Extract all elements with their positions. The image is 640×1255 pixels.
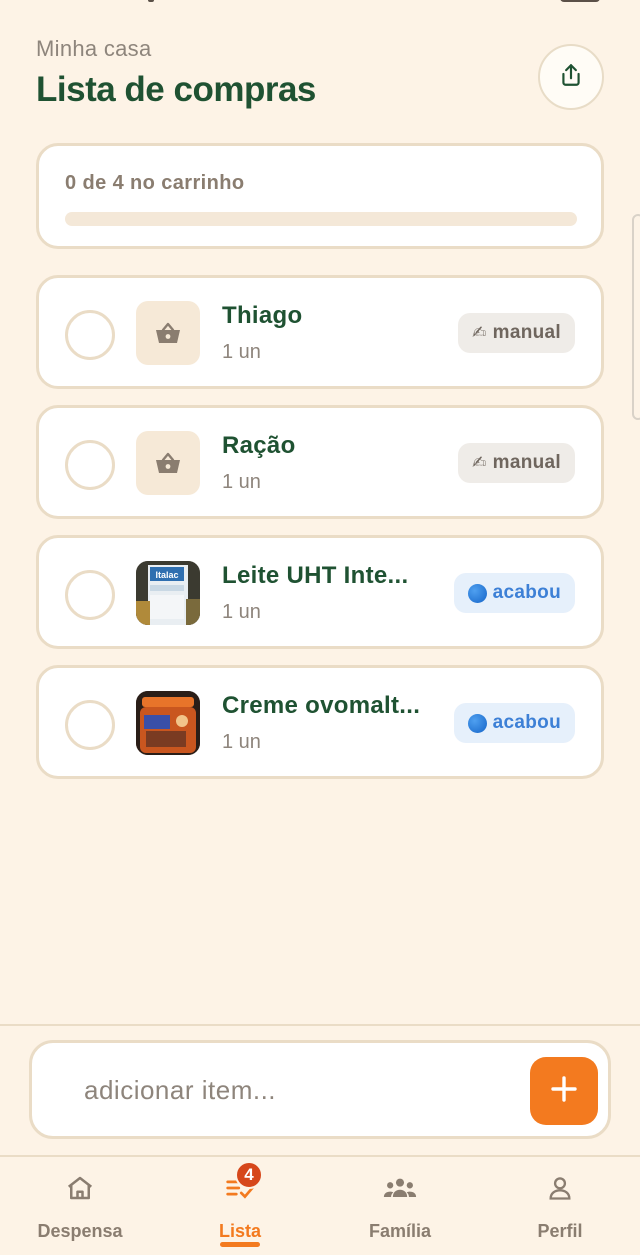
active-tab-indicator [220, 1242, 260, 1247]
product-photo: Italac [136, 561, 200, 625]
item-checkbox[interactable] [65, 440, 115, 490]
item-name: Ração [222, 432, 296, 459]
item-quantity: 1 un [222, 341, 261, 363]
source-badge-acabou: acabou [453, 703, 575, 743]
plus-icon [550, 1075, 578, 1108]
item-checkbox[interactable] [65, 310, 115, 360]
add-item-bar [29, 1040, 611, 1139]
item-checkbox[interactable] [65, 570, 115, 620]
basket-icon [136, 301, 200, 365]
nav-label: Perfil [537, 1221, 583, 1241]
list-item[interactable]: Thiago 1 un ✍ manual [36, 275, 604, 389]
divider [0, 1024, 640, 1026]
cart-progress-card: 0 de 4 no carrinho [36, 143, 604, 249]
share-button[interactable] [538, 44, 604, 110]
list-check-icon: 4 [223, 1161, 263, 1205]
source-badge-manual: ✍ manual [458, 313, 575, 353]
page-header: Minha casa Lista de compras [36, 36, 316, 110]
item-name: Leite UHT Inte... [222, 562, 409, 589]
nav-item-perfil[interactable]: Perfil [480, 1157, 640, 1255]
nav-label: Lista [218, 1221, 261, 1241]
source-badge-acabou: acabou [453, 573, 575, 613]
list-item[interactable]: Creme ovomalt... 1 un acabou [36, 665, 604, 779]
writing-hand-icon: ✍ [472, 323, 487, 342]
nav-item-familia[interactable]: Família [320, 1157, 480, 1255]
share-icon [558, 62, 584, 93]
add-item-button[interactable] [530, 1057, 598, 1125]
user-icon [543, 1171, 577, 1205]
family-icon [383, 1171, 417, 1205]
list-item[interactable]: Italac Leite UHT Inte... 1 un acabou [36, 535, 604, 649]
badge-label: acabou [492, 582, 561, 603]
nav-label: Despensa [37, 1221, 123, 1241]
status-bar-fragment [148, 0, 154, 2]
badge-label: manual [492, 452, 561, 473]
writing-hand-icon: ✍ [472, 453, 487, 472]
badge-label: acabou [492, 712, 561, 733]
page-title: Lista de compras [36, 70, 316, 109]
svg-text:Italac: Italac [155, 570, 178, 580]
list-count-badge: 4 [235, 1161, 263, 1189]
cart-progress-bar [65, 212, 577, 226]
list-item[interactable]: Ração 1 un ✍ manual [36, 405, 604, 519]
item-checkbox[interactable] [65, 700, 115, 750]
nav-label: Família [368, 1221, 432, 1241]
item-name: Thiago [222, 302, 303, 329]
cart-progress-text: 0 de 4 no carrinho [65, 172, 245, 194]
basket-icon [136, 431, 200, 495]
scroll-handle[interactable] [632, 214, 640, 420]
household-name: Minha casa [36, 36, 152, 61]
nav-item-despensa[interactable]: Despensa [0, 1157, 160, 1255]
item-name: Creme ovomalt... [222, 692, 421, 719]
product-photo [136, 691, 200, 755]
blue-dot-icon [467, 713, 487, 733]
item-quantity: 1 un [222, 731, 261, 753]
nav-item-lista[interactable]: 4 Lista [160, 1157, 320, 1255]
bottom-navigation: Despensa 4 Lista Família Perfil [0, 1155, 640, 1255]
add-item-input[interactable] [84, 1065, 514, 1115]
source-badge-manual: ✍ manual [458, 443, 575, 483]
status-bar-battery [560, 0, 600, 2]
badge-label: manual [492, 322, 561, 343]
home-icon [63, 1171, 97, 1205]
blue-dot-icon [467, 583, 487, 603]
item-quantity: 1 un [222, 471, 261, 493]
item-quantity: 1 un [222, 601, 261, 623]
